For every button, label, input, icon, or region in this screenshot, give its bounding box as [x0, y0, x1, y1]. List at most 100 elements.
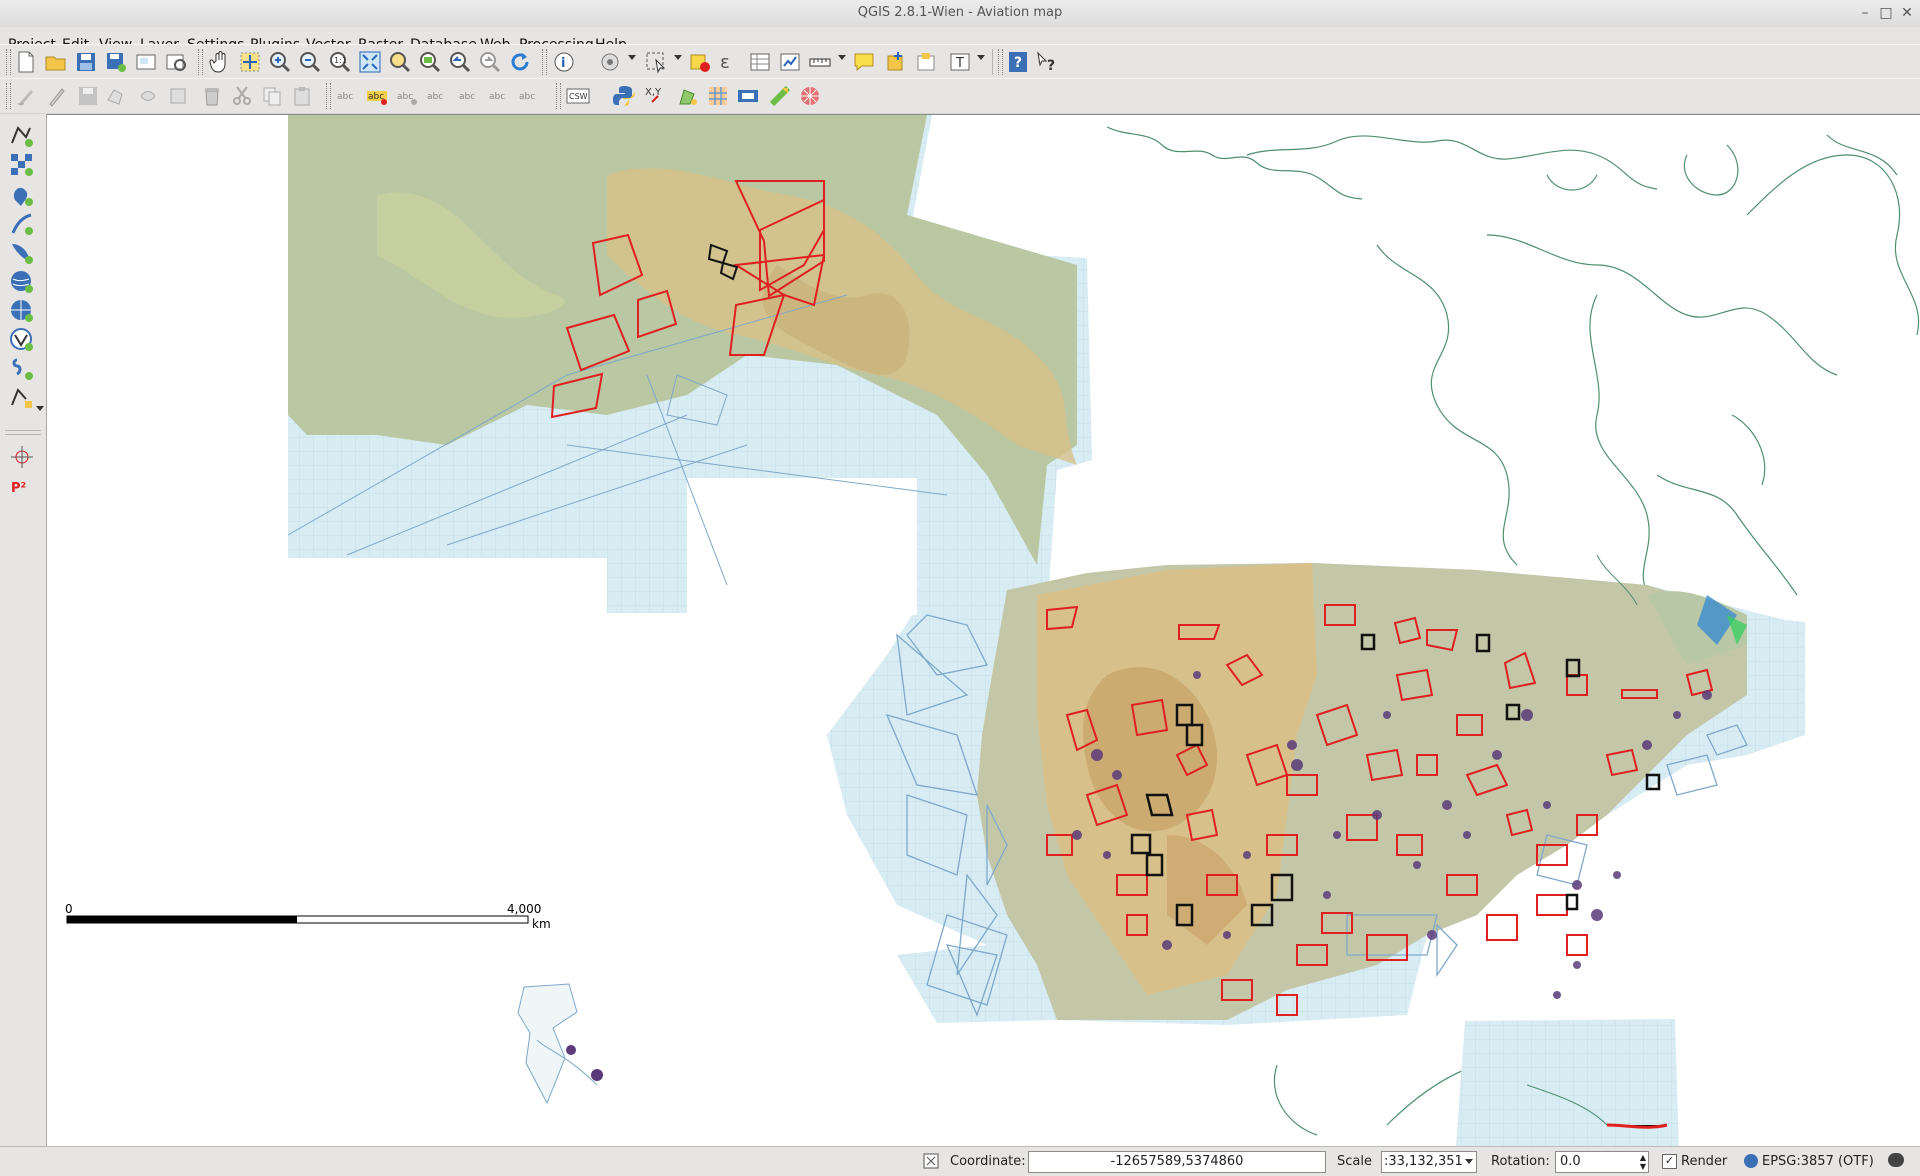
statistics-icon[interactable]: [778, 50, 802, 74]
scale-label: Scale: [1337, 1154, 1372, 1169]
georeferencer-icon[interactable]: [768, 84, 792, 108]
new-print-composer-icon[interactable]: [134, 50, 158, 74]
plugin-p2-icon[interactable]: P²: [9, 472, 35, 498]
add-spatialite-layer-icon[interactable]: [9, 211, 35, 237]
grid-tool-icon[interactable]: [798, 84, 822, 108]
show-hide-labels-icon[interactable]: abc: [426, 84, 450, 108]
rotation-spinbox[interactable]: 0.0 ▲ ▼: [1555, 1151, 1649, 1173]
new-shapefile-layer-icon[interactable]: [9, 385, 35, 411]
composer-manager-icon[interactable]: [164, 50, 188, 74]
current-edits-icon[interactable]: [14, 84, 38, 108]
select-features-icon[interactable]: [644, 50, 668, 74]
highlight-pinned-icon[interactable]: abc: [396, 84, 420, 108]
show-bookmarks-icon[interactable]: [914, 50, 938, 74]
add-raster-layer-icon[interactable]: [9, 152, 35, 178]
paste-features-icon[interactable]: [290, 84, 314, 108]
zoom-last-icon[interactable]: [448, 50, 472, 74]
add-postgis-layer-icon[interactable]: [9, 182, 35, 208]
geometry-checker-icon[interactable]: [676, 84, 700, 108]
sidebar-separator: [5, 430, 41, 431]
save-as-icon[interactable]: [104, 50, 128, 74]
add-wfs-layer-icon[interactable]: [9, 327, 35, 353]
crs-label[interactable]: EPSG:3857 (OTF): [1762, 1154, 1874, 1169]
chevron-down-icon[interactable]: [1465, 1159, 1473, 1164]
coordinate-field[interactable]: -12657589,5374860: [1028, 1151, 1326, 1173]
toolbar-grip[interactable]: [998, 49, 1003, 75]
xy-tool-icon[interactable]: X,Y: [644, 84, 668, 108]
rotate-label-icon[interactable]: abc: [488, 84, 512, 108]
toolbar-grip[interactable]: [198, 49, 203, 75]
chevron-down-icon[interactable]: [36, 406, 44, 411]
zoom-to-selection-icon[interactable]: [388, 50, 412, 74]
zoom-full-icon[interactable]: [358, 50, 382, 74]
identify-icon[interactable]: i: [552, 50, 576, 74]
map-tips-icon[interactable]: [852, 50, 876, 74]
zoom-to-layer-icon[interactable]: [418, 50, 442, 74]
toolbar-separator: [992, 49, 993, 75]
move-feature-icon[interactable]: [136, 84, 160, 108]
toolbar-grip[interactable]: [6, 83, 11, 109]
help-contents-icon[interactable]: ?: [1006, 50, 1030, 74]
attribute-table-icon[interactable]: [748, 50, 772, 74]
deselect-all-icon[interactable]: [688, 50, 712, 74]
measure-icon[interactable]: [808, 50, 832, 74]
move-label-icon[interactable]: abc: [458, 84, 482, 108]
spinbox-arrows-icon[interactable]: ▲ ▼: [1640, 1153, 1646, 1171]
run-feature-action-icon[interactable]: [598, 50, 622, 74]
render-checkbox[interactable]: ✓: [1662, 1154, 1677, 1169]
pan-map-icon[interactable]: [208, 50, 232, 74]
message-log-icon[interactable]: [1888, 1153, 1904, 1167]
toggle-editing-icon[interactable]: [44, 84, 68, 108]
svg-text:abc: abc: [397, 92, 413, 102]
label-tool-icon[interactable]: abc: [336, 84, 360, 108]
change-label-icon[interactable]: abc: [518, 84, 542, 108]
chevron-down-icon[interactable]: [628, 55, 636, 60]
toolbar-grip[interactable]: [6, 49, 11, 75]
toolbar-grip[interactable]: [542, 49, 547, 75]
xy-text: X,Y: [645, 87, 662, 98]
copy-features-icon[interactable]: [260, 84, 284, 108]
whats-this-icon[interactable]: ?: [1034, 50, 1058, 74]
close-icon[interactable]: ✕: [1897, 3, 1917, 23]
open-project-icon[interactable]: [44, 50, 68, 74]
pan-to-selection-icon[interactable]: [238, 50, 262, 74]
chevron-down-icon[interactable]: [674, 55, 682, 60]
csw-client-icon[interactable]: CSW: [566, 84, 590, 108]
save-project-icon[interactable]: [74, 50, 98, 74]
map-canvas[interactable]: 0 4,000 km: [47, 114, 1920, 1147]
refresh-icon[interactable]: [508, 50, 532, 74]
add-wms-layer-icon[interactable]: [9, 269, 35, 295]
add-wcs-layer-icon[interactable]: [9, 298, 35, 324]
pin-labels-icon[interactable]: abc: [366, 84, 390, 108]
python-console-icon[interactable]: [612, 84, 636, 108]
zoom-in-icon[interactable]: [268, 50, 292, 74]
save-layer-edits-icon[interactable]: [76, 84, 100, 108]
maximize-icon[interactable]: □: [1876, 3, 1896, 23]
node-tool-icon[interactable]: [166, 84, 190, 108]
print-composer-icon[interactable]: [736, 84, 760, 108]
add-delimited-text-layer-icon[interactable]: [9, 356, 35, 382]
toolbar-grip[interactable]: [326, 83, 331, 109]
add-feature-icon[interactable]: [104, 84, 128, 108]
toolbar-grip[interactable]: [556, 83, 561, 109]
crs-globe-icon[interactable]: [1744, 1154, 1758, 1168]
add-mssql-layer-icon[interactable]: [9, 240, 35, 266]
zoom-actual-icon[interactable]: 1:1: [328, 50, 352, 74]
delete-selected-icon[interactable]: [200, 84, 224, 108]
text-annotation-icon[interactable]: T: [948, 50, 972, 74]
chevron-down-icon[interactable]: [838, 55, 846, 60]
zoom-next-icon[interactable]: [478, 50, 502, 74]
minimize-icon[interactable]: –: [1855, 3, 1875, 23]
csw-text: CSW: [569, 92, 588, 101]
cut-features-icon[interactable]: [230, 84, 254, 108]
zoom-out-icon[interactable]: [298, 50, 322, 74]
raster-calculator-icon[interactable]: [706, 84, 730, 108]
new-bookmark-icon[interactable]: [884, 50, 908, 74]
expression-select-icon[interactable]: ε: [714, 50, 738, 74]
messages-icon[interactable]: [922, 1151, 942, 1171]
chevron-down-icon[interactable]: [977, 55, 985, 60]
coordinate-capture-icon[interactable]: [9, 444, 35, 470]
new-project-icon[interactable]: [14, 50, 38, 74]
scale-combo[interactable]: :33,132,351: [1381, 1151, 1477, 1173]
add-vector-layer-icon[interactable]: [9, 123, 35, 149]
